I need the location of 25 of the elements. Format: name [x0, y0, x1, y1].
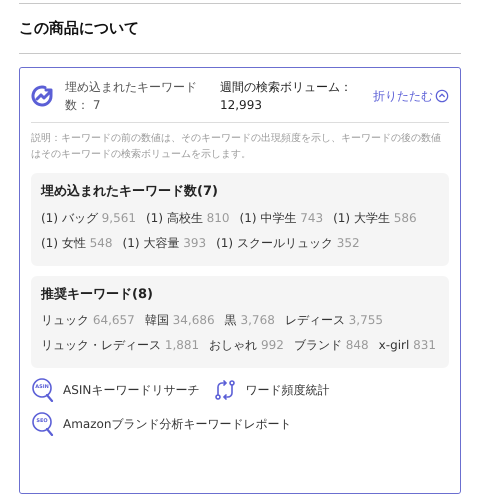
keyword-item: (1) 女性 548 — [41, 234, 113, 252]
section-heading: この商品について — [19, 18, 140, 40]
keyword-item: リュック・レディース 1,881 — [41, 337, 200, 354]
panel-title: 推奨キーワード(8) — [41, 286, 154, 304]
keyword-item: x-girl 831 — [378, 337, 436, 354]
tool-link[interactable]: ワード頻度統計 — [213, 378, 330, 402]
keyword-item: おしゃれ 992 — [209, 337, 284, 354]
search-volume-text: 週間の検索ボリューム： 12,993 — [220, 79, 353, 114]
keyword-item: (1) 大容量 393 — [122, 234, 206, 252]
sync-icon — [213, 378, 238, 402]
keyword-item: (1) 高校生 810 — [146, 210, 230, 226]
embedded-count-text: 埋め込まれたキーワード数： 7 — [65, 79, 198, 114]
keyword-item: (1) 大学生 586 — [333, 210, 417, 226]
keyword-item: レディース 3,755 — [284, 312, 384, 329]
description-text: 説明：キーワードの前の数値は、そのキーワードの出現頻度を示し、キーワードの後の数値はそのキーワードの検索ボリュームを示します。 — [31, 132, 442, 162]
keyword-item: 韓国 34,686 — [144, 312, 215, 329]
collapse-button[interactable]: 折りたたむ — [373, 87, 449, 105]
panel-title: 埋め込まれたキーワード数(7) — [41, 182, 219, 201]
keyword-item: (1) 中学生 743 — [240, 210, 324, 226]
keyword-item: 黒 3,768 — [224, 312, 275, 329]
trend-icon — [31, 84, 55, 108]
keyword-item: (1) スクールリュック 352 — [216, 234, 360, 252]
keyword-item: ブランド 848 — [294, 337, 369, 354]
keyword-item: (1) バッグ 9,561 — [41, 210, 136, 226]
keyword-item: リュック 64,657 — [41, 312, 135, 329]
